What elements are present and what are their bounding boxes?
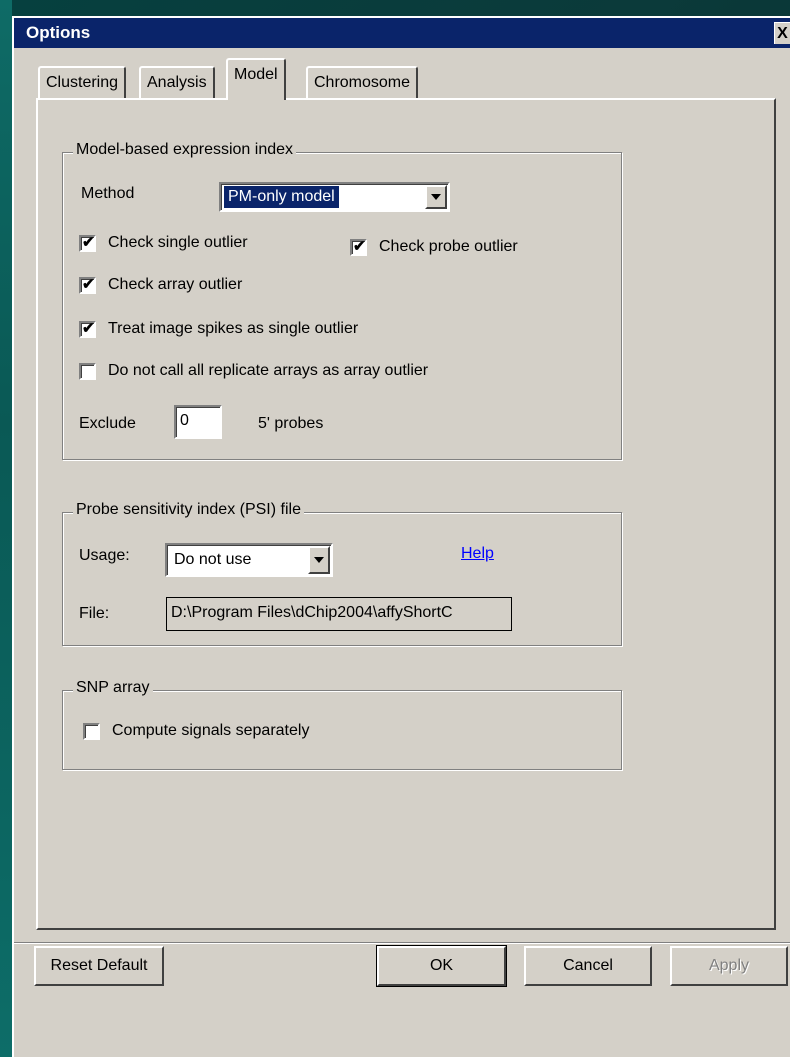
checkbox-label: Check single outlier [108,234,248,251]
method-selected-value: PM-only model [224,186,339,208]
usage-label: Usage: [79,547,130,564]
help-link[interactable]: Help [461,545,494,563]
group-title-psi: Probe sensitivity index (PSI) file [73,501,304,519]
checkbox-box[interactable]: ✔ [79,233,96,252]
check-single-outlier-checkbox[interactable]: ✔ Check single outlier [79,234,248,252]
ok-button[interactable]: OK [376,945,507,987]
check-icon: ✔ [353,237,366,255]
checkbox-box[interactable]: ✔ [79,275,96,294]
file-label: File: [79,605,110,622]
treat-image-spikes-checkbox[interactable]: ✔ Treat image spikes as single outlier [79,320,358,338]
checkbox-box[interactable] [83,722,100,740]
checkbox-label: Treat image spikes as single outlier [108,320,359,337]
desktop-background [0,0,12,1057]
checkbox-label: Do not call all replicate arrays as arra… [108,362,429,379]
check-array-outlier-checkbox[interactable]: ✔ Check array outlier [79,276,242,294]
checkbox-label: Compute signals separately [112,722,310,739]
method-select[interactable]: PM-only model [219,182,450,212]
options-dialog: Options X Clustering Analysis Model Chro… [12,16,790,1057]
check-icon: ✔ [82,319,95,337]
exclude-count-input[interactable]: 0 [174,405,222,439]
check-probe-outlier-checkbox[interactable]: ✔ Check probe outlier [350,238,518,256]
tab-chromosome[interactable]: Chromosome [306,66,419,98]
snp-array-group: SNP array Compute signals separately [62,679,622,770]
cancel-button[interactable]: Cancel [524,946,652,986]
tab-clustering[interactable]: Clustering [38,66,127,98]
chevron-down-icon[interactable] [425,185,447,209]
group-title-snp: SNP array [73,679,153,697]
psi-file-path: D:\Program Files\dChip2004\affyShortC [166,597,512,631]
checkbox-label: Check array outlier [108,276,243,293]
exclude-label: Exclude [79,415,136,432]
compute-signals-separately-checkbox[interactable]: Compute signals separately [83,722,309,740]
close-button[interactable]: X [774,22,790,44]
usage-select[interactable]: Do not use [165,543,333,577]
check-icon: ✔ [82,233,95,251]
window-title: Options [26,23,91,42]
checkbox-box[interactable]: ✔ [350,237,367,256]
method-label: Method [81,185,135,202]
reset-default-button[interactable]: Reset Default [34,946,164,986]
title-bar[interactable]: Options X [14,18,790,48]
model-tab-panel: Model-based expression index Method PM-o… [36,98,776,930]
checkbox-label: Check probe outlier [379,238,518,255]
model-based-expression-index-group: Model-based expression index Method PM-o… [62,141,622,460]
tab-analysis[interactable]: Analysis [139,66,215,98]
usage-selected-value: Do not use [174,551,252,568]
psi-file-group: Probe sensitivity index (PSI) file Usage… [62,501,622,646]
checkbox-box[interactable]: ✔ [79,319,96,338]
probes-label: 5' probes [258,415,324,432]
apply-button[interactable]: Apply [670,946,788,986]
chevron-down-icon[interactable] [308,546,330,574]
replicate-arrays-checkbox[interactable]: Do not call all replicate arrays as arra… [79,362,428,380]
divider [14,942,790,944]
checkbox-box[interactable] [79,362,96,380]
group-title-model: Model-based expression index [73,141,297,159]
check-icon: ✔ [82,275,95,293]
tab-model[interactable]: Model [226,58,286,100]
